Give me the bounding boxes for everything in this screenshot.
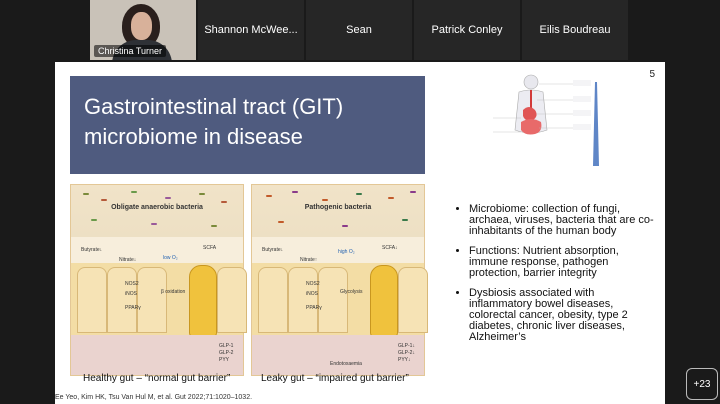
bacterium: [165, 197, 171, 199]
bacterium: [292, 191, 298, 193]
bacterium: [151, 223, 157, 225]
more-participants-button[interactable]: +23: [686, 368, 718, 400]
diagram-label: SCFA↓: [382, 245, 398, 251]
slide-title-line-1: Gastrointestinal tract (GIT): [84, 94, 344, 119]
diagram-label: GLP-2↓: [398, 350, 415, 356]
diagram-label: GLP-1: [219, 343, 234, 349]
participant-video-tile[interactable]: Christina Turner: [90, 0, 196, 60]
participant-tile[interactable]: Patrick Conley: [414, 0, 520, 60]
participant-tile[interactable]: Eilis Boudreau: [522, 0, 628, 60]
human-gut-diagram: [493, 74, 599, 166]
diagram-label: PYY↓: [398, 357, 411, 363]
participant-name-label: Patrick Conley: [431, 24, 503, 36]
gut-lumen: [71, 185, 243, 237]
diagram-label: iNOS: [306, 291, 318, 297]
slide-title-line-2: microbiome in disease: [84, 124, 303, 149]
diagram-label: low O₂: [163, 255, 178, 261]
epithelial-cell: [77, 267, 107, 333]
bacterium: [402, 219, 408, 221]
bacterium: [199, 193, 205, 195]
bacterium: [131, 191, 137, 193]
slide-page-number: 5: [649, 69, 655, 80]
bacterium: [322, 199, 328, 201]
bacterium: [266, 195, 272, 197]
participant-name-label: Christina Turner: [94, 45, 167, 57]
bacterium: [83, 193, 89, 195]
participant-face: [131, 12, 152, 40]
diagram-label: PYY: [219, 357, 230, 363]
bacterium: [278, 221, 284, 223]
diagram-label: NOS2: [306, 281, 320, 287]
bullet-item: Functions: Nutrient absorption, immune r…: [469, 246, 655, 279]
epithelial-cell: [258, 267, 288, 333]
bacterium: [388, 197, 394, 199]
diagram-label: NOS2: [125, 281, 139, 287]
diagram-label: Nitrate↑: [300, 257, 318, 263]
lamina-propria: [71, 335, 243, 375]
slide-reference: Ee Yeo, Kim HK, Tsu Van Hul M, et al. Gu…: [55, 394, 253, 401]
epithelial-cell: [217, 267, 247, 333]
diagram-label: PPARγ: [306, 305, 322, 311]
bullet-item: Dysbiosis associated with inflammatory b…: [469, 288, 655, 343]
epithelial-cell: [318, 267, 348, 333]
participant-name-label: Eilis Boudreau: [539, 24, 611, 36]
diagram-label: Endotoxaemia: [330, 361, 362, 367]
diagram-label: GLP-1↓: [398, 343, 415, 349]
diagram-label: PPARγ: [125, 305, 141, 311]
leaky-gut-caption: Leaky gut – “impaired gut barrier”: [261, 373, 409, 384]
bacterium: [221, 201, 227, 203]
bullet-list: Microbiome: collection of fungi, archaea…: [455, 204, 655, 352]
healthy-gut-caption: Healthy gut – “normal gut barrier”: [83, 373, 231, 384]
diagram-label: SCFA: [203, 245, 217, 251]
participant-tile[interactable]: Shannon McWee...: [198, 0, 304, 60]
enteroendocrine-cell: [370, 265, 398, 337]
panel-title: Pathogenic bacteria: [304, 204, 372, 211]
healthy-gut-illustration: Obligate anaerobic bacteria Butyrate↓ Ni…: [70, 184, 247, 376]
diagram-label: Glycolysis: [340, 289, 363, 295]
bullet-item: Microbiome: collection of fungi, archaea…: [469, 204, 655, 237]
bacterium: [356, 193, 362, 195]
epithelial-cell: [107, 267, 137, 333]
participant-tile[interactable]: Sean: [306, 0, 412, 60]
epithelial-cell: [398, 267, 428, 333]
leaky-gut-illustration: Pathogenic bacteria Butyrate↓ Nitrate↑ N…: [251, 184, 428, 376]
panel-title: Obligate anaerobic bacteria: [111, 204, 203, 211]
diagram-label: GLP-2: [219, 350, 234, 356]
gut-lumen: [252, 185, 424, 237]
diagram-label: iNOS: [125, 291, 137, 297]
bacterium: [211, 225, 217, 227]
participant-name-label: Shannon McWee...: [204, 24, 298, 36]
diagram-label: β oxidation: [161, 289, 186, 295]
shared-slide: 5 Gastrointestinal tract (GIT) microbiom…: [55, 62, 665, 404]
diagram-label: Butyrate↓: [262, 247, 284, 253]
diagram-label: Butyrate↓: [81, 247, 103, 253]
slide-title: Gastrointestinal tract (GIT) microbiome …: [84, 92, 343, 152]
diagram-label: Nitrate↓: [119, 257, 137, 263]
bacterium: [91, 219, 97, 221]
epithelial-cell: [288, 267, 318, 333]
bacterium: [342, 225, 348, 227]
enteroendocrine-cell: [189, 265, 217, 337]
bacterium: [101, 199, 107, 201]
participant-name-label: Sean: [346, 24, 372, 36]
diagram-label: high O₂: [338, 249, 355, 255]
slide-title-box: Gastrointestinal tract (GIT) microbiome …: [70, 76, 425, 174]
bacterium: [410, 191, 416, 193]
epithelial-cell: [137, 267, 167, 333]
